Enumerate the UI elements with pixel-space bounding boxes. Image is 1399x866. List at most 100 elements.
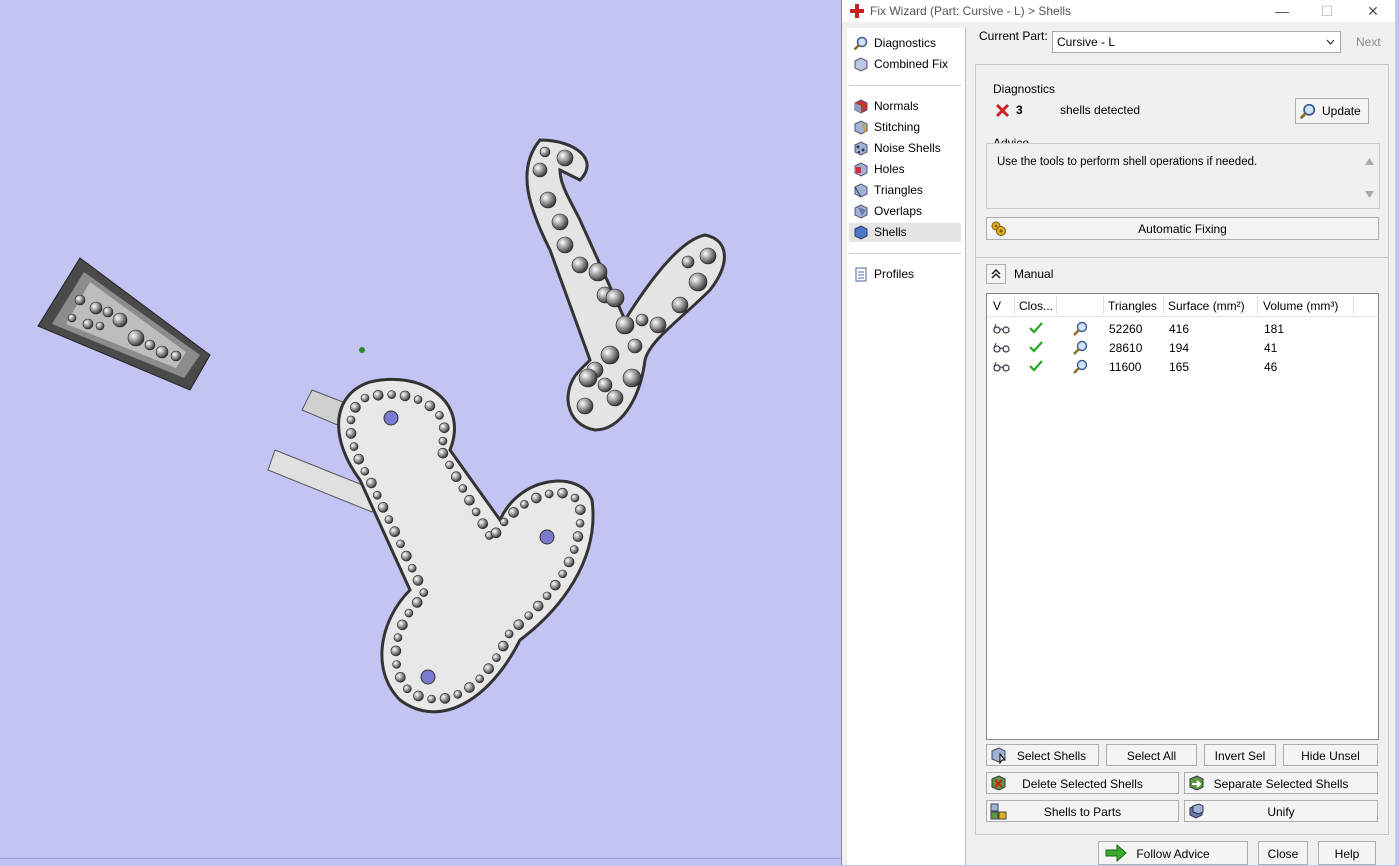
nav-item-stitching[interactable]: Stitching: [849, 118, 961, 137]
advice-text: Use the tools to perform shell operation…: [997, 156, 1258, 168]
glasses-icon[interactable]: [993, 361, 1010, 372]
zoom-magnifier-icon[interactable]: [1072, 321, 1088, 337]
col-closed[interactable]: Clos...: [1019, 299, 1053, 313]
automatic-fixing-label: Automatic Fixing: [1138, 222, 1227, 236]
check-icon: [1029, 360, 1043, 372]
pivot-marker: [359, 347, 365, 353]
col-visible[interactable]: V: [993, 299, 1001, 313]
help-button[interactable]: Help: [1318, 841, 1376, 865]
glasses-icon[interactable]: [993, 342, 1010, 353]
close-window-button[interactable]: ✕: [1358, 2, 1388, 20]
collapse-manual-button[interactable]: [986, 264, 1006, 284]
shells-content: Current Part: Cursive - L Next Diagnosti…: [972, 28, 1392, 865]
stitching-cube-icon: [854, 120, 868, 135]
nav-item-profiles[interactable]: Profiles: [849, 265, 961, 284]
triangles-cube-icon: [854, 183, 868, 198]
zoom-magnifier-icon[interactable]: [1072, 340, 1088, 356]
glasses-icon[interactable]: [993, 323, 1010, 334]
cell-volume: 41: [1264, 341, 1278, 355]
cell-volume: 46: [1264, 360, 1278, 374]
normals-cube-icon: [854, 99, 868, 114]
zoom-magnifier-icon[interactable]: [1072, 359, 1088, 375]
maximize-button[interactable]: ☐: [1312, 2, 1342, 20]
col-volume[interactable]: Volume (mm³): [1263, 299, 1338, 313]
select-shells-label: Select Shells: [1016, 749, 1087, 763]
minimize-button[interactable]: —: [1267, 2, 1297, 20]
nav-item-triangles[interactable]: Triangles: [849, 181, 961, 200]
cell-triangles: 11600: [1109, 360, 1142, 374]
shell-count: 3: [1016, 103, 1023, 117]
hide-unsel-button[interactable]: Hide Unsel: [1283, 744, 1378, 766]
nav-label-holes: Holes: [874, 162, 905, 176]
column-separator: [1014, 296, 1015, 314]
select-shells-icon: [991, 747, 1007, 764]
nav-item-overlaps[interactable]: Overlaps: [849, 202, 961, 221]
col-surface[interactable]: Surface (mm²): [1168, 299, 1245, 313]
model-canvas: [37, 138, 726, 714]
shells-cube-icon: [854, 225, 868, 240]
column-separator: [1103, 296, 1104, 314]
nav-separator: [849, 253, 961, 254]
table-header: V Clos... Triangles Surface (mm²) Volume…: [987, 294, 1378, 317]
current-part-select[interactable]: Cursive - L: [1052, 31, 1341, 53]
col-triangles[interactable]: Triangles: [1108, 299, 1157, 313]
shells-to-parts-icon: [990, 803, 1007, 820]
shells-to-parts-button[interactable]: Shells to Parts: [986, 800, 1179, 822]
next-button[interactable]: Next: [1356, 35, 1381, 49]
advice-textbox[interactable]: Use the tools to perform shell operation…: [986, 143, 1380, 209]
nav-item-noise-shells[interactable]: Noise Shells: [849, 139, 961, 158]
3d-viewport[interactable]: [0, 0, 841, 865]
update-button[interactable]: Update: [1295, 98, 1369, 124]
table-row[interactable]: 52260 416 181: [987, 319, 1378, 338]
title-bar: Fix Wizard (Part: Cursive - L) > Shells …: [842, 0, 1395, 22]
nav-item-normals[interactable]: Normals: [849, 97, 961, 116]
close-button[interactable]: Close: [1258, 841, 1308, 865]
chevron-down-icon: [1326, 39, 1335, 45]
column-separator: [1056, 296, 1057, 314]
nav-label-stitching: Stitching: [874, 120, 921, 134]
scroll-down-icon[interactable]: [1365, 191, 1374, 198]
delete-selected-shells-label: Delete Selected Shells: [1022, 777, 1143, 791]
separate-shells-icon: [1189, 775, 1204, 791]
shells-table[interactable]: V Clos... Triangles Surface (mm²) Volume…: [986, 293, 1379, 740]
nav-item-combined-fix[interactable]: Combined Fix: [849, 55, 961, 74]
fix-nav-panel: Diagnostics Combined Fix Normals Stitchi…: [847, 28, 966, 865]
delete-selected-shells-button[interactable]: Delete Selected Shells: [986, 772, 1179, 794]
cell-surface: 165: [1169, 360, 1190, 374]
nav-label-triangles: Triangles: [874, 183, 923, 197]
table-row[interactable]: 28610 194 41: [987, 338, 1378, 357]
nav-item-shells[interactable]: Shells: [849, 223, 961, 242]
cell-surface: 194: [1169, 341, 1190, 355]
fix-wizard-window: Fix Wizard (Part: Cursive - L) > Shells …: [841, 0, 1395, 865]
automatic-fixing-button[interactable]: Automatic Fixing: [986, 217, 1379, 240]
nav-label-profiles: Profiles: [874, 267, 915, 281]
follow-advice-button[interactable]: Follow Advice: [1098, 841, 1248, 865]
unify-label: Unify: [1267, 805, 1295, 819]
diagnostics-group: Diagnostics 3 shells detected Update Adv…: [975, 64, 1389, 279]
nav-item-diagnostics[interactable]: Diagnostics: [849, 34, 961, 53]
magnifier-icon: [1299, 103, 1316, 120]
select-all-button[interactable]: Select All: [1106, 744, 1197, 766]
gears-icon: [991, 221, 1006, 236]
nav-label-shells: Shells: [874, 225, 907, 239]
diagnostics-title: Diagnostics: [993, 82, 1056, 96]
invert-sel-button[interactable]: Invert Sel: [1204, 744, 1276, 766]
nav-label-overlaps: Overlaps: [874, 204, 923, 218]
table-row[interactable]: 11600 165 46: [987, 357, 1378, 376]
diagnostics-status: shells detected: [1060, 103, 1141, 117]
update-label: Update: [1322, 104, 1361, 118]
current-part-label: Current Part:: [979, 29, 1048, 43]
red-cross-icon: [850, 4, 864, 18]
column-separator: [1163, 296, 1164, 314]
nav-item-holes[interactable]: Holes: [849, 160, 961, 179]
unify-button[interactable]: Unify: [1184, 800, 1378, 822]
select-shells-button[interactable]: Select Shells: [986, 744, 1099, 766]
error-x-icon: [995, 103, 1010, 118]
shells-to-parts-label: Shells to Parts: [1043, 805, 1122, 819]
cell-triangles: 52260: [1109, 322, 1143, 336]
separate-selected-shells-button[interactable]: Separate Selected Shells: [1184, 772, 1378, 794]
current-part-value: Cursive - L: [1057, 35, 1116, 49]
scroll-up-icon[interactable]: [1365, 158, 1374, 165]
letter-l-main-shell[interactable]: [267, 377, 595, 714]
green-arrow-icon: [1105, 844, 1127, 862]
